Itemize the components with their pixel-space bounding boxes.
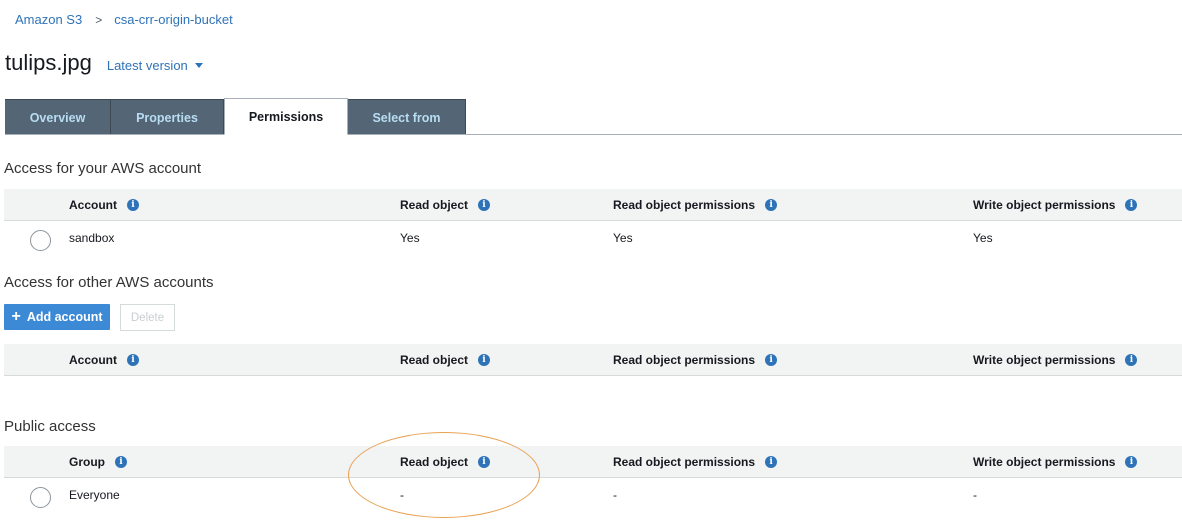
col-read-permissions-label: Read object permissions: [613, 455, 756, 469]
object-title-row: tulips.jpg Latest version: [5, 50, 203, 76]
col-write-permissions: Write object permissions i: [973, 344, 1138, 376]
col-read-object: Read object i: [400, 446, 491, 478]
info-icon[interactable]: i: [1125, 199, 1138, 211]
read-permissions-value: Yes: [613, 231, 633, 245]
breadcrumb-bucket[interactable]: csa-crr-origin-bucket: [114, 12, 232, 27]
info-icon[interactable]: i: [765, 354, 778, 366]
col-read-object: Read object i: [400, 189, 491, 221]
info-icon[interactable]: i: [478, 456, 491, 468]
col-account-label: Account: [69, 198, 117, 212]
table-row[interactable]: Everyone - - -: [4, 479, 1182, 511]
info-icon[interactable]: i: [115, 456, 127, 468]
group-name: Everyone: [69, 488, 120, 502]
caret-down-icon: [194, 63, 203, 68]
section-your-account-title: Access for your AWS account: [4, 160, 202, 177]
col-read-permissions-label: Read object permissions: [613, 198, 756, 212]
read-permissions-value: -: [613, 488, 617, 502]
row-select-radio[interactable]: [30, 230, 51, 251]
col-write-permissions-label: Write object permissions: [973, 353, 1116, 367]
public-access-table-header: Group i Read object i Read object permis…: [4, 446, 1182, 478]
col-write-permissions-label: Write object permissions: [973, 455, 1116, 469]
tab-bar: Overview Properties Permissions Select f…: [5, 98, 466, 135]
tab-permissions[interactable]: Permissions: [224, 98, 348, 135]
tabs-divider: [5, 134, 1182, 135]
col-read-object-label: Read object: [400, 455, 469, 469]
add-account-button[interactable]: + Add account: [4, 304, 110, 330]
section-public-access-title: Public access: [4, 418, 96, 435]
col-group: Group i: [69, 446, 127, 478]
col-read-object-label: Read object: [400, 198, 469, 212]
other-accounts-table-header: Account i Read object i Read object perm…: [4, 344, 1182, 376]
info-icon[interactable]: i: [478, 199, 491, 211]
col-read-permissions-label: Read object permissions: [613, 353, 756, 367]
col-write-permissions-label: Write object permissions: [973, 198, 1116, 212]
write-permissions-value: Yes: [973, 231, 993, 245]
breadcrumb-amazon-s3[interactable]: Amazon S3: [15, 12, 82, 27]
col-write-permissions: Write object permissions i: [973, 446, 1138, 478]
info-icon[interactable]: i: [765, 199, 778, 211]
info-icon[interactable]: i: [127, 199, 139, 211]
col-read-object-label: Read object: [400, 353, 469, 367]
col-group-label: Group: [69, 455, 105, 469]
account-name: sandbox: [69, 231, 115, 245]
info-icon[interactable]: i: [1125, 354, 1138, 366]
your-account-table-header: Account i Read object i Read object perm…: [4, 189, 1182, 221]
info-icon[interactable]: i: [765, 456, 778, 468]
add-account-label: Add account: [26, 310, 103, 324]
version-dropdown[interactable]: Latest version: [107, 58, 203, 73]
version-dropdown-label: Latest version: [106, 58, 188, 73]
breadcrumb-separator: >: [95, 12, 103, 27]
col-read-permissions: Read object permissions i: [613, 189, 778, 221]
col-account-label: Account: [69, 353, 117, 367]
read-object-value: Yes: [400, 231, 420, 245]
info-icon[interactable]: i: [127, 354, 139, 366]
table-row[interactable]: sandbox Yes Yes Yes: [4, 222, 1182, 254]
delete-button[interactable]: Delete: [120, 304, 175, 331]
read-object-value: -: [400, 488, 404, 502]
breadcrumb: Amazon S3 > csa-crr-origin-bucket: [15, 12, 233, 27]
col-account: Account i: [69, 189, 139, 221]
tab-select-from[interactable]: Select from: [348, 99, 466, 135]
info-icon[interactable]: i: [478, 354, 491, 366]
col-account: Account i: [69, 344, 139, 376]
col-write-permissions: Write object permissions i: [973, 189, 1138, 221]
write-permissions-value: -: [973, 488, 977, 502]
col-read-permissions: Read object permissions i: [613, 446, 778, 478]
plus-icon: +: [11, 308, 21, 325]
tab-overview[interactable]: Overview: [5, 99, 111, 135]
info-icon[interactable]: i: [1125, 456, 1138, 468]
tab-properties[interactable]: Properties: [111, 99, 224, 135]
col-read-object: Read object i: [400, 344, 491, 376]
col-read-permissions: Read object permissions i: [613, 344, 778, 376]
page-title: tulips.jpg: [5, 50, 92, 75]
section-other-accounts-title: Access for other AWS accounts: [4, 274, 214, 291]
row-select-radio[interactable]: [30, 487, 51, 508]
